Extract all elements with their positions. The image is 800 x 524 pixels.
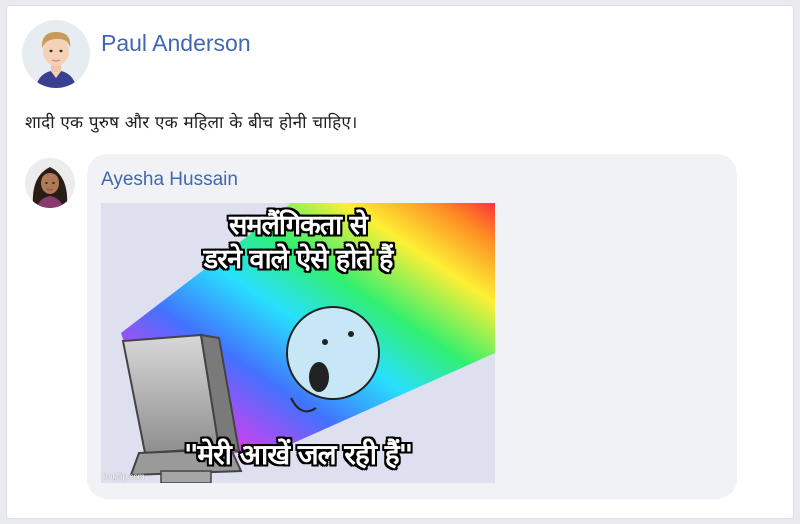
- female-avatar-icon: [25, 158, 75, 208]
- post-author-link[interactable]: Paul Anderson: [101, 30, 251, 57]
- meme-watermark: imgflip.com: [104, 472, 145, 481]
- post-card: Paul Anderson शादी एक पुरुष और एक महिला …: [6, 5, 794, 519]
- commenter-avatar[interactable]: [25, 158, 75, 208]
- meme-image[interactable]: समलैंगिकता से डरने वाले ऐसे होते हैं "मे…: [101, 203, 495, 483]
- commenter-name-link[interactable]: Ayesha Hussain: [101, 169, 238, 191]
- male-avatar-icon: [22, 20, 90, 88]
- avatar[interactable]: [22, 20, 90, 88]
- post-text: शादी एक पुरुष और एक महिला के बीच होनी चा…: [25, 113, 358, 133]
- meme-caption-top-line1: समलैंगिकता से: [229, 210, 368, 241]
- comment-bubble: Ayesha Hussain समलैंगिकता से डरने वाले ऐ…: [87, 154, 737, 499]
- meme-caption-bottom: "मेरी आखें जल रही हैं": [183, 438, 413, 471]
- comment: Ayesha Hussain समलैंगिकता से डरने वाले ऐ…: [25, 154, 737, 499]
- post-header: Paul Anderson: [22, 20, 251, 88]
- meme-caption-top-line2: डरने वाले ऐसे होते हैं: [203, 244, 394, 275]
